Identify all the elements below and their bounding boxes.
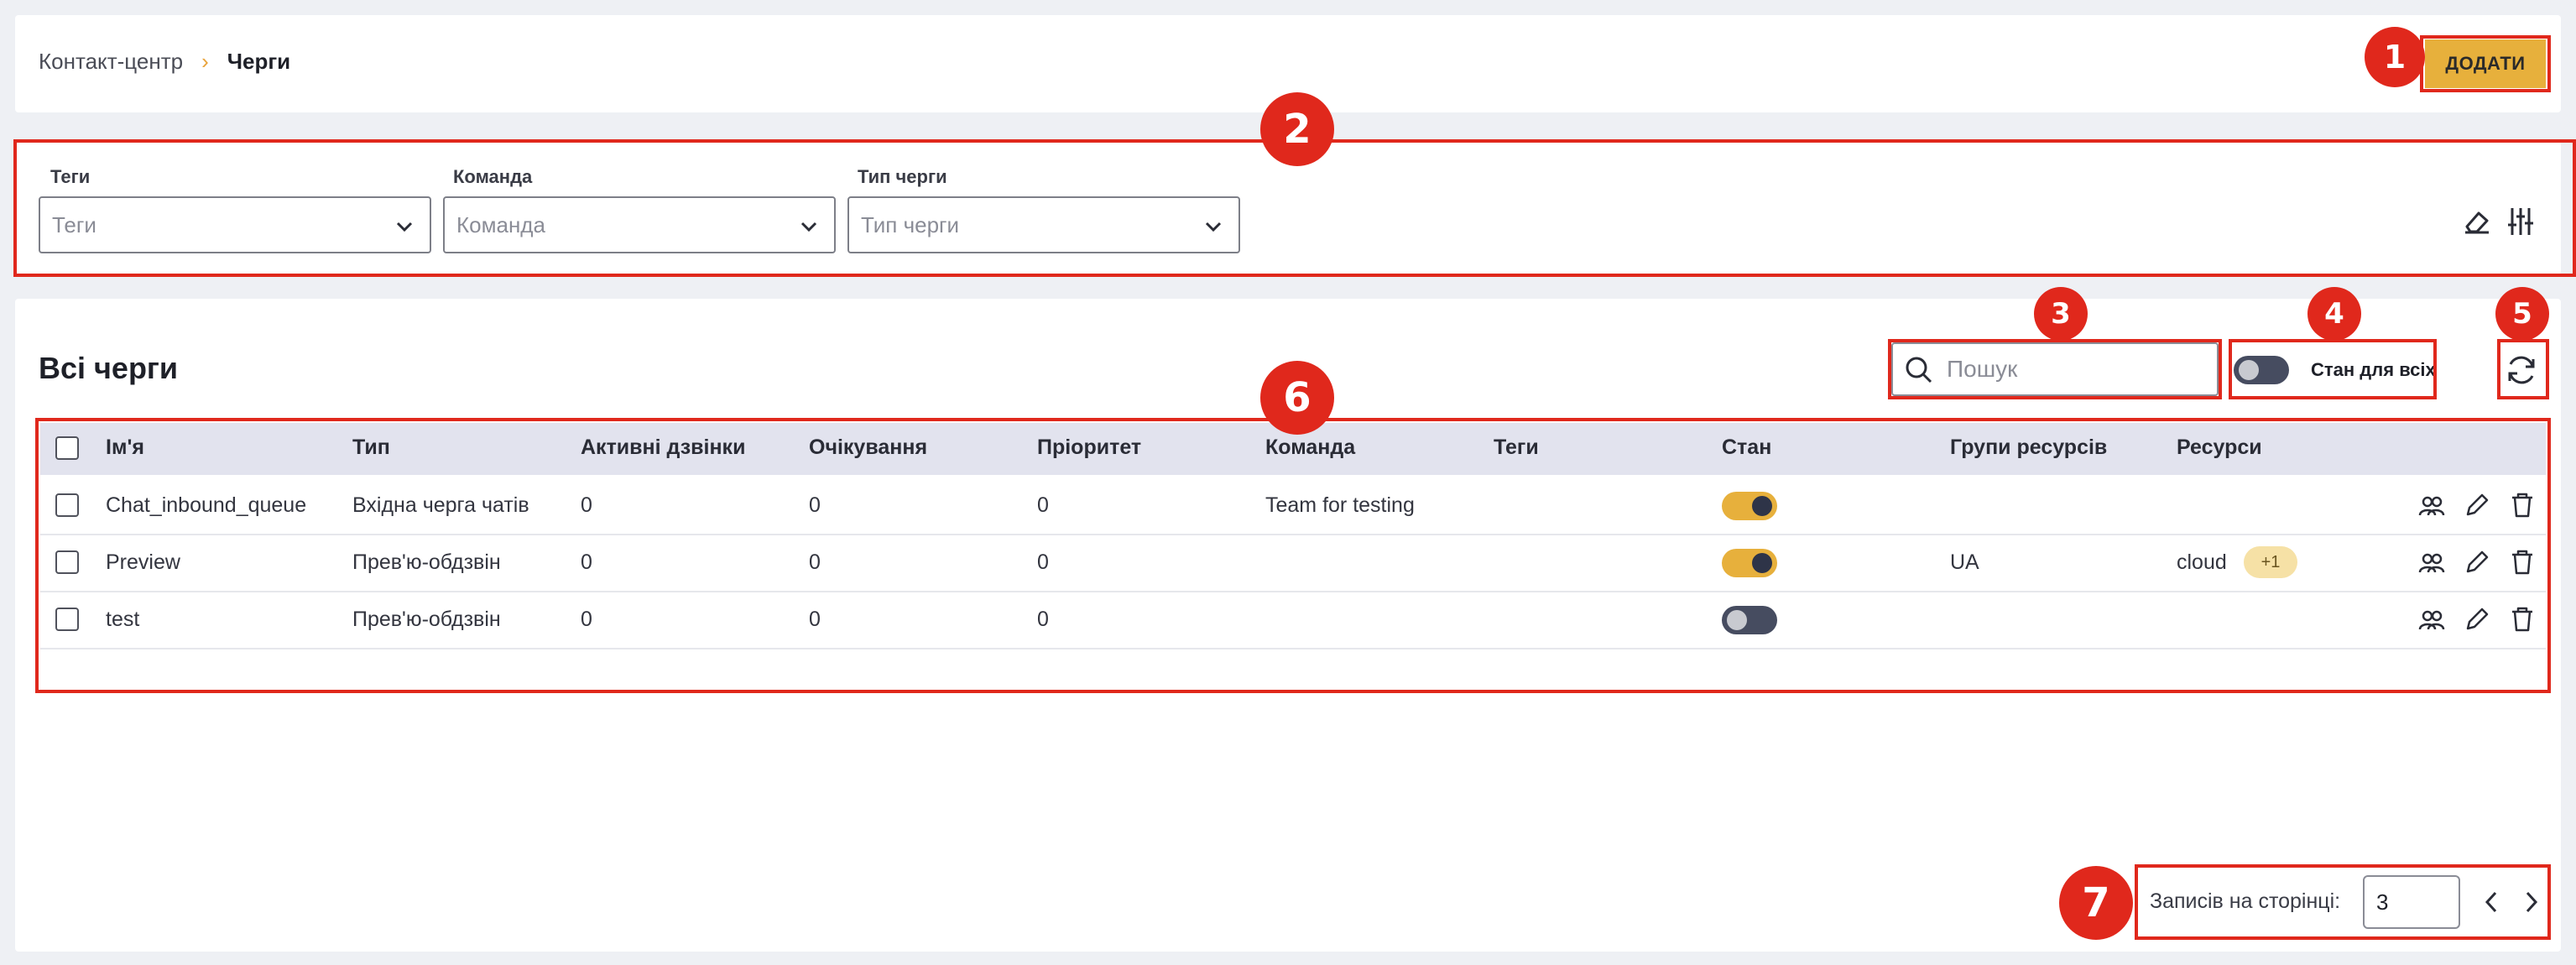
breadcrumb-separator: › (201, 49, 209, 74)
annotation-marker-2: 2 (1260, 92, 1334, 166)
annotation-box-add (2420, 35, 2551, 92)
annotation-box-pagination (2135, 864, 2551, 940)
breadcrumb: Контакт-центр › Черги (39, 49, 290, 75)
page-title: Всі черги (39, 351, 179, 385)
annotation-marker-7: 7 (2059, 866, 2133, 940)
annotation-marker-6: 6 (1260, 361, 1334, 435)
annotation-box-refresh (2497, 339, 2549, 399)
breadcrumb-current: Черги (227, 49, 291, 74)
annotation-box-search (1888, 339, 2222, 399)
annotation-marker-1: 1 (2365, 27, 2425, 87)
breadcrumb-parent-link[interactable]: Контакт-центр (39, 49, 183, 75)
annotation-marker-4: 4 (2307, 287, 2361, 341)
annotation-marker-5: 5 (2495, 287, 2549, 341)
annotation-box-state-all (2229, 339, 2437, 399)
annotation-marker-3: 3 (2034, 287, 2088, 341)
annotation-box-table (35, 418, 2551, 693)
